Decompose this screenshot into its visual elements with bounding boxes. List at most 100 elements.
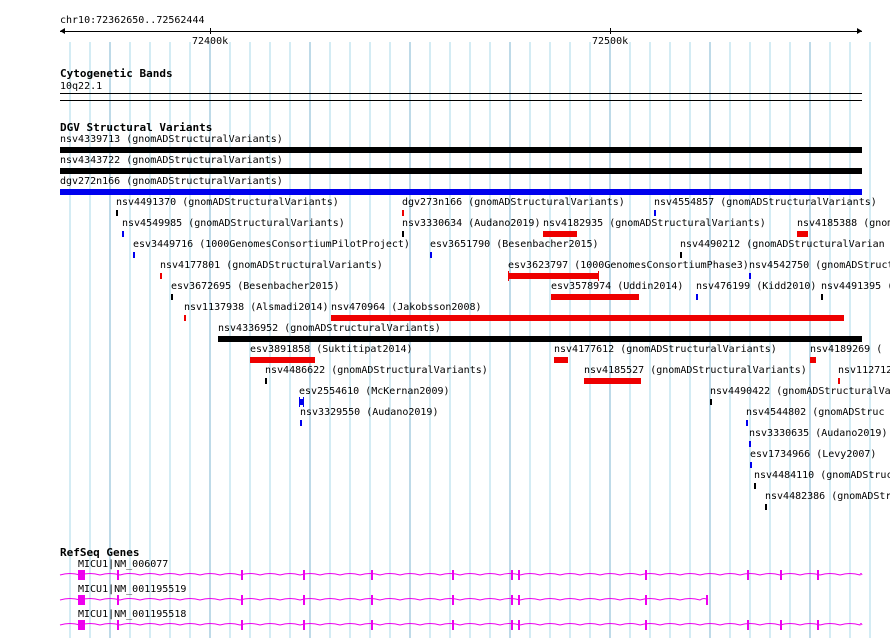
- gene-exon[interactable]: [780, 570, 782, 580]
- variant-label[interactable]: nsv3329550 (Audano2019): [300, 407, 438, 418]
- variant-feature[interactable]: [584, 378, 641, 384]
- gene-label[interactable]: MICU1|NM_006077: [78, 559, 168, 570]
- variant-label[interactable]: nsv3330635 (Audano2019): [749, 428, 887, 439]
- variant-feature[interactable]: [160, 273, 162, 279]
- gene-exon[interactable]: [747, 570, 749, 580]
- variant-label[interactable]: esv1734966 (Levy2007): [750, 449, 876, 460]
- variant-label[interactable]: nsv4491370 (gnomADStructuralVariants): [116, 197, 339, 208]
- variant-label[interactable]: esv3578974 (Uddin2014): [551, 281, 683, 292]
- variant-label[interactable]: nsv4490422 (gnomADStructuralVa: [710, 386, 890, 397]
- cytoband-ideogram-top[interactable]: [60, 93, 862, 94]
- gene-exon[interactable]: [518, 620, 520, 630]
- variant-label[interactable]: nsv4544802 (gnomADStruc: [746, 407, 884, 418]
- variant-label[interactable]: nsv4177801 (gnomADStructuralVariants): [160, 260, 383, 271]
- gene-exon[interactable]: [645, 620, 647, 630]
- gene-exon[interactable]: [511, 595, 513, 605]
- ruler-right-arrow-icon[interactable]: [857, 28, 862, 34]
- variant-label[interactable]: nsv4491395 (: [821, 281, 890, 292]
- variant-feature[interactable]: [749, 273, 751, 279]
- variant-label[interactable]: nsv4185527 (gnomADStructuralVariants): [584, 365, 807, 376]
- variant-label[interactable]: nsv4486622 (gnomADStructuralVariants): [265, 365, 488, 376]
- gene-exon[interactable]: [371, 620, 373, 630]
- variant-label[interactable]: nsv4182935 (gnomADStructuralVariants): [543, 218, 766, 229]
- variant-feature[interactable]: [60, 168, 862, 174]
- variant-feature[interactable]: [402, 210, 404, 216]
- ruler-axis[interactable]: [60, 31, 862, 32]
- gene-exon[interactable]: [78, 570, 85, 580]
- variant-feature[interactable]: [60, 147, 862, 153]
- variant-label[interactable]: esv3672695 (Besenbacher2015): [171, 281, 340, 292]
- variant-label[interactable]: nsv4339713 (gnomADStructuralVariants): [60, 134, 283, 145]
- gene-exon[interactable]: [511, 570, 513, 580]
- gene-exon[interactable]: [518, 570, 520, 580]
- variant-label[interactable]: nsv476199 (Kidd2010): [696, 281, 816, 292]
- refseq-track-title[interactable]: RefSeq Genes: [60, 547, 139, 559]
- gene-exon[interactable]: [371, 595, 373, 605]
- variant-feature[interactable]: [60, 189, 862, 195]
- variant-label[interactable]: nsv4490212 (gnomADStructuralVarian: [680, 239, 885, 250]
- gene-label[interactable]: MICU1|NM_001195518: [78, 609, 186, 620]
- gene-exon[interactable]: [817, 570, 819, 580]
- gene-exon[interactable]: [78, 620, 85, 630]
- variant-feature[interactable]: [654, 210, 656, 216]
- variant-label[interactable]: nsv4554857 (gnomADStructuralVariants): [654, 197, 877, 208]
- variant-label[interactable]: nsv4336952 (gnomADStructuralVariants): [218, 323, 441, 334]
- variant-label[interactable]: esv3449716 (1000GenomesConsortiumPilotPr…: [133, 239, 410, 250]
- variant-feature[interactable]: [171, 294, 173, 300]
- variant-feature[interactable]: [218, 336, 862, 342]
- variant-feature[interactable]: [746, 420, 748, 426]
- variant-label[interactable]: nsv1137938 (Alsmadi2014): [184, 302, 329, 313]
- gene-exon[interactable]: [241, 620, 243, 630]
- variant-feature[interactable]: [810, 357, 816, 363]
- variant-feature[interactable]: [300, 420, 302, 426]
- gene-exon[interactable]: [780, 620, 782, 630]
- variant-feature[interactable]: [402, 231, 404, 237]
- dgv-track-title[interactable]: DGV Structural Variants: [60, 122, 212, 134]
- variant-label[interactable]: nsv4482386 (gnomADStruc: [765, 491, 890, 502]
- variant-label[interactable]: esv3651790 (Besenbacher2015): [430, 239, 599, 250]
- variant-label[interactable]: nsv4343722 (gnomADStructuralVariants): [60, 155, 283, 166]
- variant-label[interactable]: nsv4189269 (: [810, 344, 882, 355]
- gene-exon[interactable]: [241, 570, 243, 580]
- variant-label[interactable]: nsv470964 (Jakobsson2008): [331, 302, 482, 313]
- gene-exon[interactable]: [117, 595, 119, 605]
- variant-feature[interactable]: [331, 315, 844, 321]
- variant-label[interactable]: esv3623797 (1000GenomesConsortiumPhase3): [508, 260, 749, 271]
- gene-exon[interactable]: [645, 570, 647, 580]
- variant-feature[interactable]: [710, 399, 712, 405]
- gene-exon[interactable]: [303, 595, 305, 605]
- gene-exon[interactable]: [117, 620, 119, 630]
- variant-feature[interactable]: [680, 252, 682, 258]
- variant-feature[interactable]: [821, 294, 823, 300]
- variant-feature[interactable]: [543, 231, 577, 237]
- gene-exon[interactable]: [645, 595, 647, 605]
- gene-exon[interactable]: [518, 595, 520, 605]
- variant-label[interactable]: nsv112712: [838, 365, 890, 376]
- variant-label[interactable]: nsv4185388 (gnom: [797, 218, 890, 229]
- variant-feature[interactable]: [116, 210, 118, 216]
- variant-label[interactable]: dgv272n166 (gnomADStructuralVariants): [60, 176, 283, 187]
- variant-label[interactable]: dgv273n166 (gnomADStructuralVariants): [402, 197, 625, 208]
- variant-feature[interactable]: [122, 231, 124, 237]
- cytoband-track-title[interactable]: Cytogenetic Bands: [60, 68, 173, 80]
- gene-exon[interactable]: [452, 620, 454, 630]
- gene-exon[interactable]: [303, 570, 305, 580]
- variant-feature[interactable]: [508, 273, 599, 279]
- variant-feature[interactable]: [797, 231, 808, 237]
- variant-feature[interactable]: [754, 483, 756, 489]
- gene-exon[interactable]: [78, 595, 85, 605]
- gene-exon[interactable]: [371, 570, 373, 580]
- variant-feature[interactable]: [750, 462, 752, 468]
- variant-feature[interactable]: [184, 315, 186, 321]
- variant-feature[interactable]: [749, 441, 751, 447]
- variant-feature[interactable]: [838, 378, 840, 384]
- variant-label[interactable]: esv3891858 (Suktitipat2014): [250, 344, 413, 355]
- variant-feature[interactable]: [765, 504, 767, 510]
- gene-exon[interactable]: [452, 595, 454, 605]
- variant-feature[interactable]: [133, 252, 135, 258]
- variant-label[interactable]: esv2554610 (McKernan2009): [299, 386, 450, 397]
- variant-feature[interactable]: [551, 294, 639, 300]
- variant-label[interactable]: nsv4484110 (gnomADStruc: [754, 470, 890, 481]
- gene-exon[interactable]: [511, 620, 513, 630]
- gene-exon[interactable]: [747, 620, 749, 630]
